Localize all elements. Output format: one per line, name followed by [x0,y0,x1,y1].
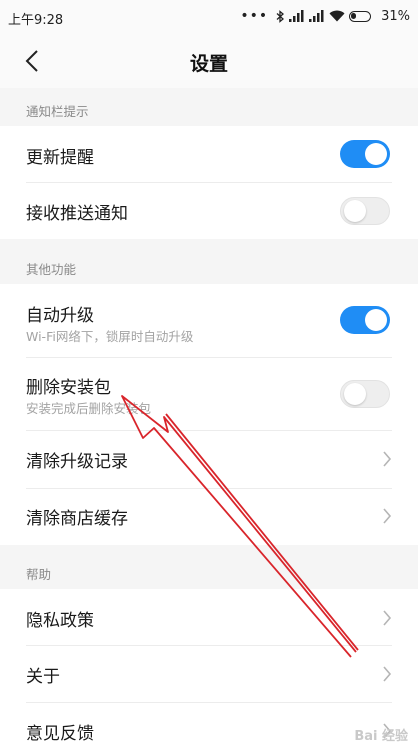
row-title: 隐私政策 [26,611,94,631]
chevron-right-icon [382,610,392,626]
auto-upgrade-row[interactable]: 自动升级 Wi-Fi网络下，锁屏时自动升级 [0,284,418,356]
other-features-card: 自动升级 Wi-Fi网络下，锁屏时自动升级 删除安装包 安装完成后删除安装包 清… [0,284,418,545]
watermark: Bai 经验 [354,729,408,744]
push-notification-toggle[interactable] [340,197,390,225]
row-title: 更新提醒 [26,148,94,168]
chevron-right-icon [382,451,392,467]
app-header: 设置 [0,34,418,88]
status-icons: ••• 31% [236,8,410,24]
status-time: 上午9:28 [8,13,64,28]
update-reminder-row[interactable]: 更新提醒 [0,126,418,182]
row-subtitle: 安装完成后删除安装包 [26,401,152,416]
section-label-notifications: 通知栏提示 [26,104,89,119]
row-title: 删除安装包 [26,378,111,398]
row-title: 意见反馈 [26,724,94,744]
chevron-right-icon [382,666,392,682]
clear-store-cache-row[interactable]: 清除商店缓存 [0,489,418,545]
battery-level: 31% [381,8,410,24]
wifi-icon [329,10,345,22]
delete-package-toggle[interactable] [340,380,390,408]
push-notification-row[interactable]: 接收推送通知 [0,183,418,239]
signal-icon-2 [309,10,325,22]
row-title: 关于 [26,667,60,687]
battery-icon [349,10,372,22]
more-dots-icon: ••• [240,8,269,24]
section-label-help: 帮助 [26,567,52,582]
clear-upgrade-records-row[interactable]: 清除升级记录 [0,431,418,488]
signal-icon [289,10,305,22]
status-bar: 上午9:28 ••• 31% [0,0,418,34]
delete-package-row[interactable]: 删除安装包 安装完成后删除安装包 [0,358,418,430]
row-title: 清除商店缓存 [26,509,128,529]
section-label-other: 其他功能 [26,262,77,277]
notifications-card: 更新提醒 接收推送通知 [0,126,418,239]
about-row[interactable]: 关于 [0,646,418,702]
chevron-right-icon [382,508,392,524]
row-title: 接收推送通知 [26,204,128,224]
page-title: 设置 [189,53,228,75]
row-title: 清除升级记录 [26,452,128,472]
privacy-policy-row[interactable]: 隐私政策 [0,589,418,645]
auto-upgrade-toggle[interactable] [340,306,390,334]
update-reminder-toggle[interactable] [340,140,390,168]
row-subtitle: Wi-Fi网络下，锁屏时自动升级 [26,329,194,344]
row-title: 自动升级 [26,306,94,326]
bluetooth-icon [276,9,285,23]
